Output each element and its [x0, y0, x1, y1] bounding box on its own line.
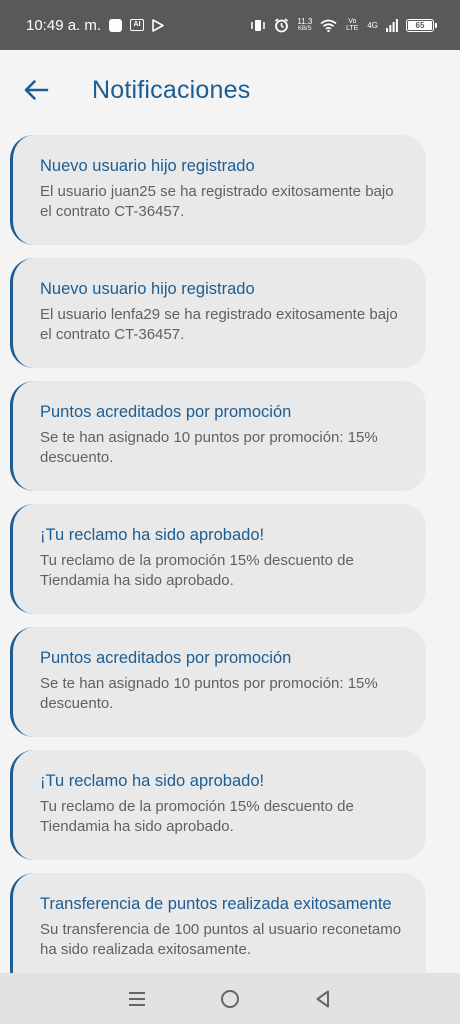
system-back-button[interactable] — [308, 984, 338, 1014]
network-speed-unit: KB/S — [297, 25, 312, 32]
notification-title: ¡Tu reclamo ha sido aprobado! — [40, 772, 265, 790]
notification-card[interactable]: Puntos acreditados por promoción Se te h… — [10, 381, 426, 491]
app-header: Notificaciones — [0, 50, 460, 130]
arrow-left-icon — [24, 80, 49, 100]
status-time: 10:49 a. m. — [26, 16, 102, 34]
play-store-icon — [152, 18, 164, 32]
vibrate-icon — [251, 19, 266, 31]
ai-icon: AI — [130, 19, 145, 31]
network-speed: 11.3 KB/S — [297, 16, 313, 33]
notification-app-icon — [109, 18, 123, 32]
volte-label: Vo LTE — [346, 18, 359, 32]
notification-title: Nuevo usuario hijo registrado — [40, 157, 255, 175]
signal-4g-label: 4G — [367, 20, 378, 30]
triangle-back-icon — [316, 990, 330, 1007]
notification-body: Se te han asignado 10 puntos por promoci… — [40, 429, 378, 466]
notification-title: Puntos acreditados por promoción — [40, 403, 292, 421]
notification-body: Se te han asignado 10 puntos por promoci… — [40, 675, 378, 712]
notification-body: El usuario juan25 se ha registrado exito… — [40, 183, 394, 220]
notification-body: Su transferencia de 100 puntos al usuari… — [40, 921, 402, 958]
recents-button[interactable] — [122, 984, 152, 1014]
notification-card[interactable]: Nuevo usuario hijo registrado El usuario… — [10, 258, 426, 368]
battery-icon: 65 — [406, 18, 437, 32]
notification-body: Tu reclamo de la promoción 15% descuento… — [40, 798, 354, 835]
signal-icon — [386, 18, 398, 32]
back-button[interactable] — [16, 70, 56, 110]
notification-card[interactable]: Nuevo usuario hijo registrado El usuario… — [10, 135, 426, 245]
notification-body: El usuario lenfa29 se ha registrado exit… — [40, 306, 398, 343]
status-left: 10:49 a. m. AI — [26, 17, 164, 34]
notification-body: Tu reclamo de la promoción 15% descuento… — [40, 552, 354, 589]
status-bar: 10:49 a. m. AI 11.3 KB/S Vo LTE 4G 65 — [0, 0, 460, 50]
system-nav-bar — [0, 973, 460, 1024]
notification-title: Transferencia de puntos realizada exitos… — [40, 895, 392, 913]
notification-list[interactable]: Nuevo usuario hijo registrado El usuario… — [0, 135, 460, 973]
home-button[interactable] — [215, 984, 245, 1014]
notification-card[interactable]: Puntos acreditados por promoción Se te h… — [10, 627, 426, 737]
status-right: 11.3 KB/S Vo LTE 4G 65 — [250, 16, 437, 33]
notification-card[interactable]: Transferencia de puntos realizada exitos… — [10, 873, 426, 973]
alarm-icon — [275, 17, 289, 32]
notification-card[interactable]: ¡Tu reclamo ha sido aprobado! Tu reclamo… — [10, 504, 426, 614]
circle-home-icon — [220, 989, 239, 1008]
menu-lines-icon — [128, 991, 145, 1006]
page-title: Notificaciones — [92, 75, 251, 104]
network-speed-value: 11.3 — [297, 16, 313, 26]
wifi-icon — [320, 19, 337, 32]
notification-title: Puntos acreditados por promoción — [40, 649, 292, 667]
notification-title: ¡Tu reclamo ha sido aprobado! — [40, 526, 265, 544]
battery-level: 65 — [408, 20, 432, 30]
notification-title: Nuevo usuario hijo registrado — [40, 280, 255, 298]
notification-card[interactable]: ¡Tu reclamo ha sido aprobado! Tu reclamo… — [10, 750, 426, 860]
